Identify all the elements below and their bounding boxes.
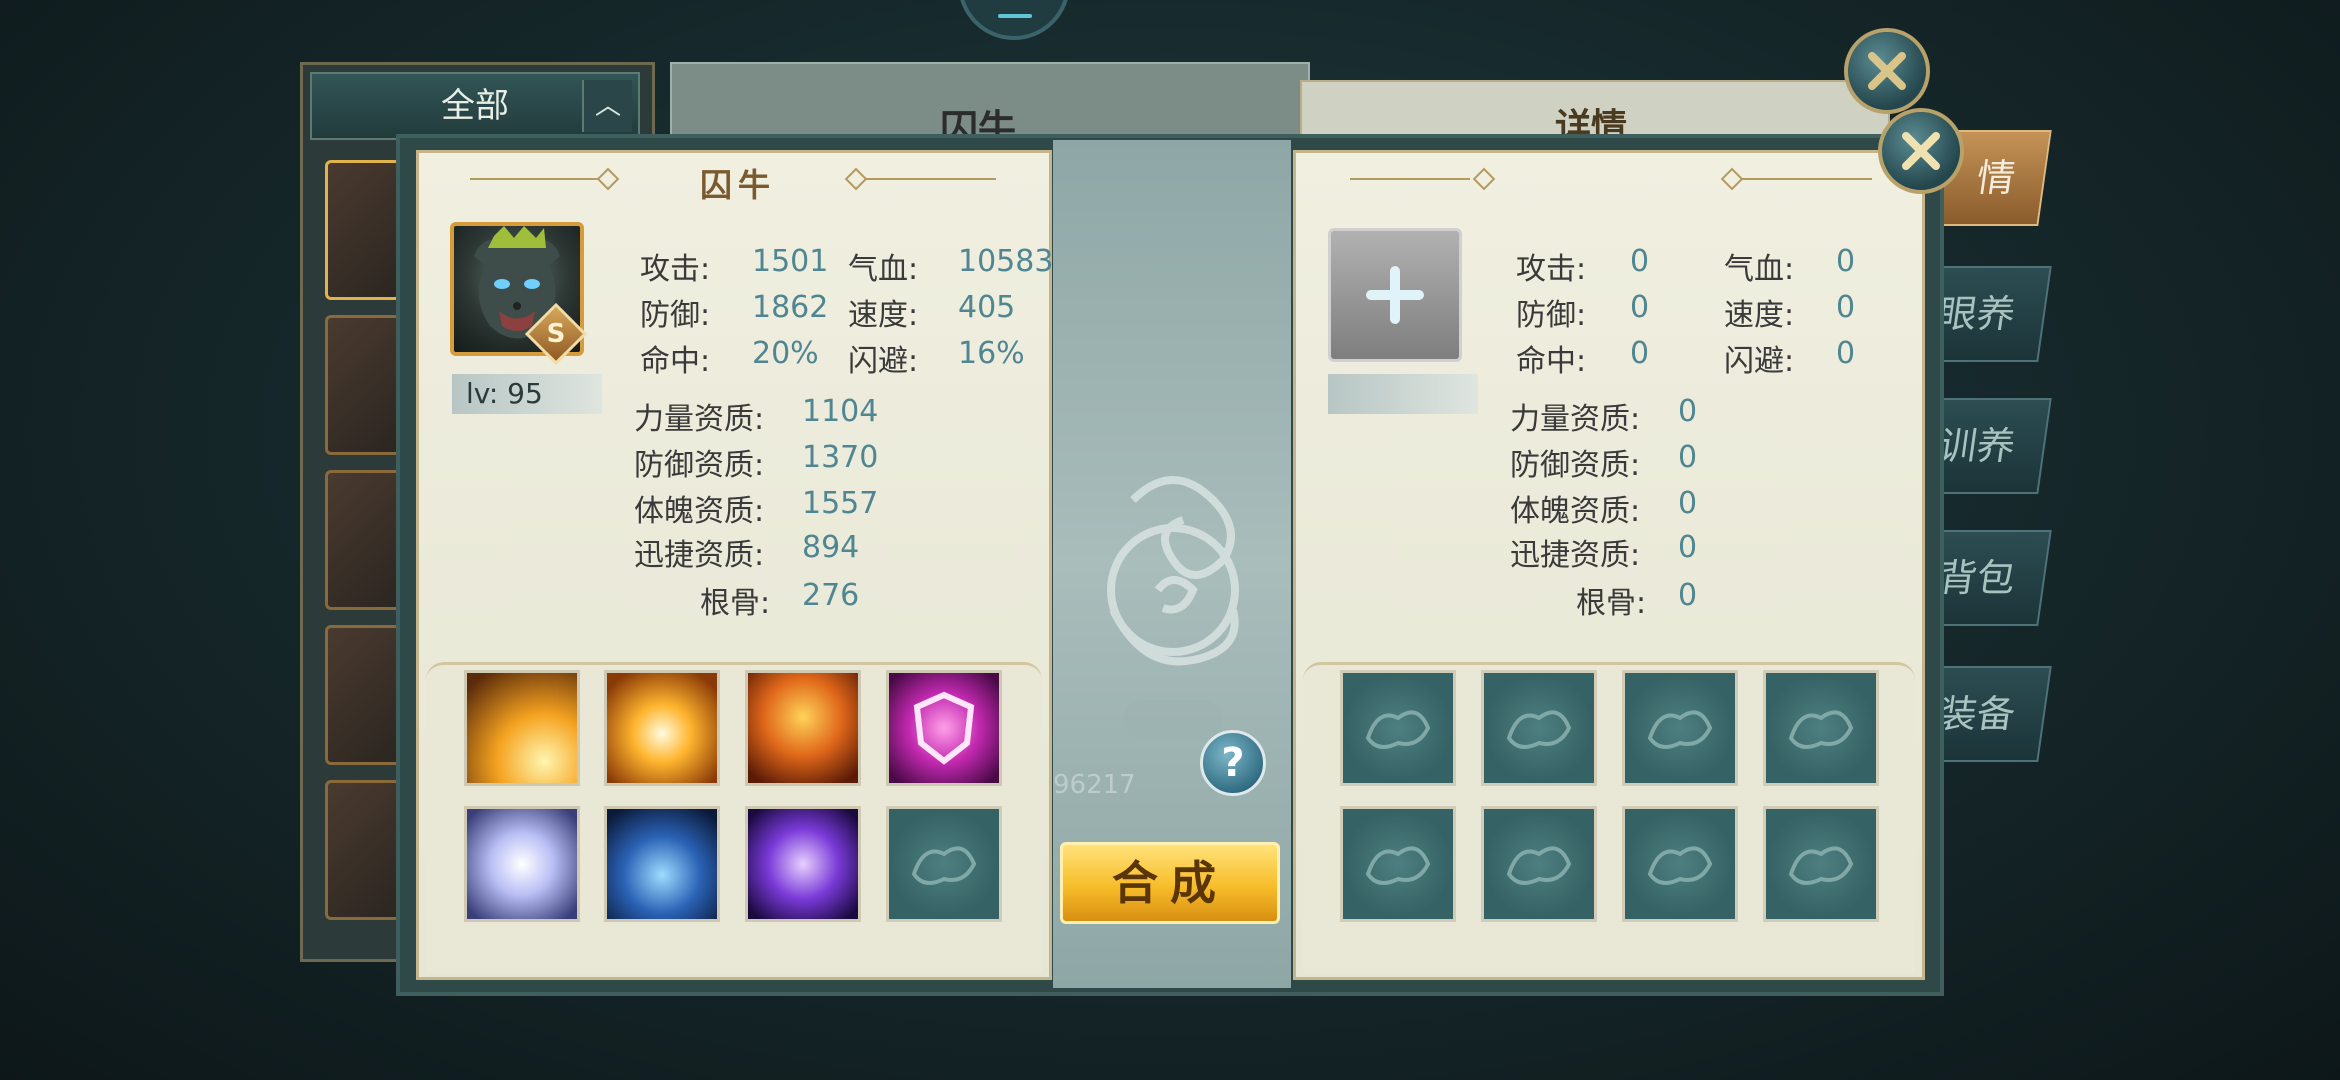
hit-value: 20% <box>752 336 819 371</box>
hit-label: 命中: <box>1516 344 1587 379</box>
attack-label: 攻击: <box>640 252 711 287</box>
aptitude-label: 迅捷资质: <box>634 538 765 573</box>
beast-emblem-icon <box>1788 710 1854 749</box>
golden-slash-icon[interactable] <box>464 670 580 786</box>
background-filter-dropdown: 全部 ︿ <box>310 72 640 140</box>
background-pet-slot <box>325 780 401 920</box>
title-ornament-left <box>1350 178 1470 180</box>
aptitude-label: 根骨: <box>700 586 771 621</box>
empty-skill-slot[interactable] <box>1622 806 1738 922</box>
close-button[interactable] <box>1878 108 1964 194</box>
empty-skill-slot[interactable] <box>1763 806 1879 922</box>
aptitude-label: 力量资质: <box>1510 402 1641 437</box>
empty-skill-slot[interactable] <box>1481 670 1597 786</box>
title-ornament-right <box>866 178 996 180</box>
beast-emblem-icon <box>1647 846 1713 885</box>
beast-emblem-icon <box>1647 710 1713 749</box>
title-ornament-left <box>470 178 600 180</box>
aptitude-label: 力量资质: <box>634 402 765 437</box>
beast-emblem-icon <box>1365 710 1431 749</box>
chevron-up-icon: ︿ <box>582 80 632 132</box>
purple-shield-icon[interactable] <box>886 670 1002 786</box>
aptitude-value: 1557 <box>802 486 879 521</box>
empty-skill-slot[interactable] <box>1763 670 1879 786</box>
aptitude-value: 0 <box>1678 394 1698 429</box>
defense-value: 0 <box>1630 290 1650 325</box>
hp-label: 气血: <box>1724 252 1795 287</box>
arcane-sweep-icon[interactable] <box>745 806 861 922</box>
speed-value: 0 <box>1836 290 1856 325</box>
empty-skill-slot[interactable] <box>1481 806 1597 922</box>
empty-skill-slot[interactable] <box>1340 670 1456 786</box>
dodge-label: 闪避: <box>848 344 919 379</box>
aptitude-value: 0 <box>1678 440 1698 475</box>
fire-shield-icon[interactable] <box>745 670 861 786</box>
dragon-emblem <box>1107 476 1239 666</box>
aptitude-value: 1104 <box>802 394 879 429</box>
aptitude-value: 894 <box>802 530 860 565</box>
left-panel-title: 囚牛 <box>700 166 777 204</box>
attack-label: 攻击: <box>1516 252 1587 287</box>
background-close-button[interactable] <box>1844 28 1930 114</box>
aptitude-value: 0 <box>1678 530 1698 565</box>
add-pet-slot[interactable] <box>1328 228 1462 362</box>
aptitude-label: 根骨: <box>1576 586 1647 621</box>
hp-label: 气血: <box>848 252 919 287</box>
compose-button[interactable]: 合成 <box>1060 842 1280 924</box>
hp-value: 10583 <box>958 244 1054 279</box>
aptitude-label: 体魄资质: <box>634 494 765 529</box>
speed-value: 405 <box>958 290 1016 325</box>
background-pet-slot <box>325 470 401 610</box>
background-pet-slot <box>325 315 401 455</box>
beast-emblem-icon <box>1506 846 1572 885</box>
help-button[interactable]: ? <box>1200 730 1266 796</box>
aptitude-label: 防御资质: <box>634 448 765 483</box>
dodge-value: 16% <box>958 336 1025 371</box>
golden-burst-icon[interactable] <box>604 670 720 786</box>
close-icon <box>1902 132 1940 170</box>
empty-skill-slot[interactable] <box>1340 806 1456 922</box>
defense-label: 防御: <box>640 298 711 333</box>
background-pet-slot <box>325 625 401 765</box>
empty-skill-slot[interactable] <box>1622 670 1738 786</box>
ice-shards-icon[interactable] <box>604 806 720 922</box>
faded-lock-badge <box>1123 700 1223 740</box>
filter-label: 全部 <box>441 86 509 126</box>
beast-emblem-icon <box>1365 846 1431 885</box>
top-handle <box>958 0 1070 40</box>
aptitude-label: 迅捷资质: <box>1510 538 1641 573</box>
defense-value: 1862 <box>752 290 829 325</box>
shield-icon <box>913 691 975 765</box>
beast-emblem-icon <box>911 846 977 885</box>
dodge-label: 闪避: <box>1724 344 1795 379</box>
beast-emblem-icon <box>1506 710 1572 749</box>
speed-label: 速度: <box>848 298 919 333</box>
aptitude-label: 防御资质: <box>1510 448 1641 483</box>
background-pet-slot <box>325 160 401 300</box>
aptitude-value: 1370 <box>802 440 879 475</box>
top-handle-indicator <box>998 14 1032 18</box>
speed-label: 速度: <box>1724 298 1795 333</box>
pet-level: lv: 95 <box>452 374 602 414</box>
close-icon <box>1868 52 1906 90</box>
hit-value: 0 <box>1630 336 1650 371</box>
hit-label: 命中: <box>640 344 711 379</box>
aptitude-value: 276 <box>802 578 860 613</box>
plus-icon <box>1366 266 1424 324</box>
empty-skill-slot[interactable] <box>886 806 1002 922</box>
attack-value: 0 <box>1630 244 1650 279</box>
defense-label: 防御: <box>1516 298 1587 333</box>
aptitude-value: 0 <box>1678 578 1698 613</box>
whirlwind-icon[interactable] <box>464 806 580 922</box>
aptitude-value: 0 <box>1678 486 1698 521</box>
aptitude-label: 体魄资质: <box>1510 494 1641 529</box>
beast-emblem-icon <box>1788 846 1854 885</box>
hp-value: 0 <box>1836 244 1856 279</box>
dodge-value: 0 <box>1836 336 1856 371</box>
attack-value: 1501 <box>752 244 829 279</box>
empty-level-bar <box>1328 374 1478 414</box>
title-ornament-right <box>1742 178 1872 180</box>
